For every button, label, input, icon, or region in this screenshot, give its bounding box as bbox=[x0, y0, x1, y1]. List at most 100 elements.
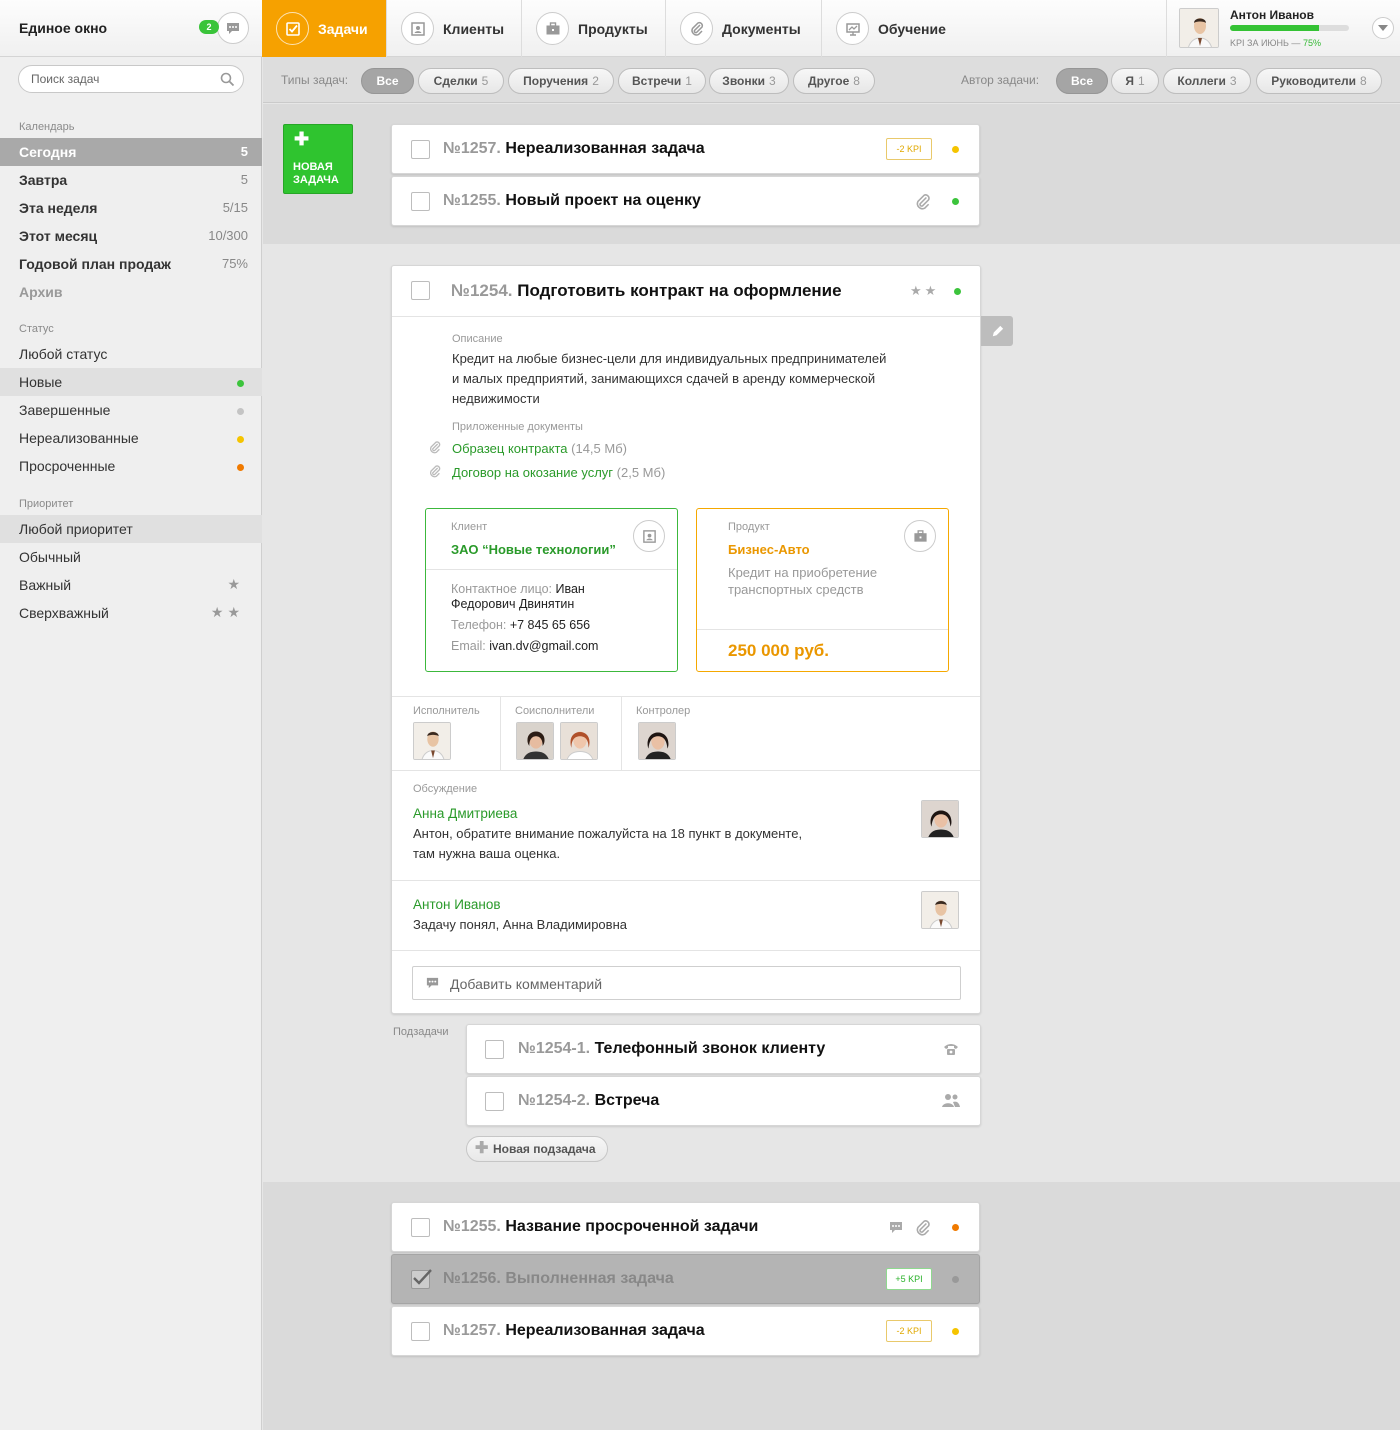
task-checkbox-checked[interactable] bbox=[411, 1269, 432, 1289]
chat-icon[interactable] bbox=[888, 1220, 904, 1235]
calendar-item-label: Архив bbox=[19, 284, 63, 300]
task-checkbox[interactable] bbox=[411, 140, 430, 159]
task-checkbox[interactable] bbox=[411, 192, 430, 211]
status-item-overdue[interactable]: Просроченные bbox=[0, 452, 262, 480]
edit-button[interactable] bbox=[981, 316, 1013, 346]
tab-tasks[interactable]: Задачи bbox=[262, 0, 386, 57]
comment-author[interactable]: Анна Дмитриева bbox=[413, 804, 517, 824]
chip-label: Я bbox=[1125, 74, 1134, 88]
task-checkbox[interactable] bbox=[411, 1218, 430, 1237]
product-name[interactable]: Бизнес-Авто bbox=[728, 542, 810, 557]
calendar-item-annual-plan[interactable]: Годовой план продаж 75% bbox=[0, 250, 262, 278]
briefcase-icon bbox=[536, 12, 569, 45]
type-filter-all[interactable]: Все bbox=[361, 68, 414, 94]
tab-documents-label: Документы bbox=[722, 20, 801, 37]
product-card[interactable]: Продукт Бизнес-Авто Кредит на приобретен… bbox=[696, 508, 949, 672]
status-item-new[interactable]: Новые bbox=[0, 368, 262, 396]
email-value[interactable]: ivan.dv@gmail.com bbox=[489, 639, 598, 653]
calendar-item-tomorrow[interactable]: Завтра 5 bbox=[0, 166, 262, 194]
divider bbox=[426, 569, 677, 570]
attachment-item[interactable]: Договор на окозание услуг (2,5 Мб) bbox=[452, 463, 665, 483]
author-filter-all[interactable]: Все bbox=[1056, 68, 1108, 94]
status-item-any[interactable]: Любой статус bbox=[0, 340, 262, 368]
status-item-unrealized[interactable]: Нереализованные bbox=[0, 424, 262, 452]
subtask-card[interactable]: №1254-2. Встреча bbox=[466, 1076, 981, 1126]
calendar-item-month[interactable]: Этот месяц 10/300 bbox=[0, 222, 262, 250]
type-filter-meetings[interactable]: Встречи 1 bbox=[618, 68, 706, 94]
task-checkbox[interactable] bbox=[411, 281, 430, 300]
paperclip-icon[interactable] bbox=[914, 1219, 932, 1237]
task-checkbox[interactable] bbox=[485, 1040, 504, 1059]
task-checkbox[interactable] bbox=[485, 1092, 504, 1111]
product-description: Кредит на приобретение транспортных средс… bbox=[728, 564, 877, 598]
attachment-link[interactable]: Договор на окозание услуг bbox=[452, 465, 613, 480]
priority-item-critical[interactable]: Сверхважный ★★ bbox=[0, 599, 262, 627]
calendar-heading: Календарь bbox=[19, 121, 75, 133]
coexecutor-avatar[interactable] bbox=[516, 722, 554, 760]
attachment-link[interactable]: Образец контракта bbox=[452, 441, 568, 456]
priority-item-any[interactable]: Любой приоритет bbox=[0, 515, 262, 543]
controller-avatar[interactable] bbox=[638, 722, 676, 760]
client-card[interactable]: Клиент ЗАО “Новые технологии” Контактное… bbox=[425, 508, 678, 672]
tab-clients-label: Клиенты bbox=[443, 20, 505, 37]
paperclip-icon bbox=[680, 12, 713, 45]
type-filter-assignments[interactable]: Поручения 2 bbox=[508, 68, 614, 94]
author-filter-me[interactable]: Я1 bbox=[1111, 68, 1159, 94]
client-card-icon[interactable] bbox=[633, 520, 665, 552]
tab-training[interactable]: Обучение bbox=[821, 0, 1166, 57]
task-card-completed[interactable]: №1256. Выполненная задача +5 KPI bbox=[391, 1254, 980, 1304]
briefcase-icon[interactable] bbox=[904, 520, 936, 552]
tab-products[interactable]: Продукты bbox=[521, 0, 666, 57]
task-card[interactable]: №1257. Нереализованная задача -2 KPI bbox=[391, 1306, 980, 1356]
contact-label: Контактное лицо: bbox=[451, 582, 553, 596]
attachments-label: Приложенные документы bbox=[452, 421, 583, 433]
kpi-label: KPI ЗА ИЮНЬ — 75% bbox=[1230, 38, 1321, 48]
priority-item-important[interactable]: Важный ★ bbox=[0, 571, 262, 599]
kpi-badge: -2 KPI bbox=[886, 1320, 932, 1342]
phone-value[interactable]: +7 845 65 656 bbox=[510, 618, 590, 632]
status-dot-yellow bbox=[952, 1328, 959, 1335]
new-task-button[interactable]: ✚ НОВАЯ ЗАДАЧА bbox=[283, 124, 353, 194]
type-filter-other[interactable]: Другое 8 bbox=[793, 68, 875, 94]
priority-item-normal[interactable]: Обычный bbox=[0, 543, 262, 571]
comment-avatar bbox=[921, 800, 959, 838]
author-filter-colleagues[interactable]: Коллеги 3 bbox=[1163, 68, 1251, 94]
subtask-card[interactable]: №1254-1. Телефонный звонок клиенту bbox=[466, 1024, 981, 1074]
calendar-item-label: Эта неделя bbox=[19, 200, 98, 216]
coexecutor-avatar[interactable] bbox=[560, 722, 598, 760]
comment-author[interactable]: Антон Иванов bbox=[413, 895, 501, 915]
user-panel[interactable]: Антон Иванов KPI ЗА ИЮНЬ — 75% bbox=[1166, 0, 1400, 57]
divider bbox=[392, 770, 980, 771]
task-title: №1256. Выполненная задача bbox=[443, 1270, 674, 1288]
task-card[interactable]: №1255. Название просроченной задачи bbox=[391, 1202, 980, 1252]
type-filter-calls[interactable]: Звонки 3 bbox=[709, 68, 789, 94]
tab-clients[interactable]: Клиенты bbox=[386, 0, 522, 57]
comment-input[interactable]: Добавить комментарий bbox=[412, 966, 961, 1000]
status-item-label: Новые bbox=[19, 374, 63, 390]
new-subtask-button[interactable]: ✚ Новая подзадача bbox=[466, 1136, 608, 1162]
paperclip-icon[interactable] bbox=[914, 193, 932, 211]
task-card[interactable]: №1255. Новый проект на оценку bbox=[391, 176, 980, 226]
task-card[interactable]: №1257. Нереализованная задача -2 KPI bbox=[391, 124, 980, 174]
chip-label: Все bbox=[1070, 74, 1093, 88]
author-filter-managers[interactable]: Руководители 8 bbox=[1256, 68, 1382, 94]
calendar-item-today[interactable]: Сегодня 5 bbox=[0, 138, 262, 166]
app-title[interactable]: Единое окно bbox=[19, 20, 107, 36]
star-icon: ★ bbox=[227, 576, 244, 592]
calendar-item-week[interactable]: Эта неделя 5/15 bbox=[0, 194, 262, 222]
tab-training-label: Обучение bbox=[878, 20, 946, 37]
tab-documents[interactable]: Документы bbox=[665, 0, 822, 57]
comment-text: там нужна ваша оценка. bbox=[413, 846, 561, 861]
search-icon[interactable] bbox=[220, 72, 235, 87]
type-filter-deals[interactable]: Сделки 5 bbox=[418, 68, 504, 94]
status-item-completed[interactable]: Завершенные bbox=[0, 396, 262, 424]
executor-avatar[interactable] bbox=[413, 722, 451, 760]
messages-count-badge: 2 bbox=[199, 20, 219, 34]
search-input[interactable] bbox=[18, 65, 244, 93]
attachment-item[interactable]: Образец контракта (14,5 Мб) bbox=[452, 439, 627, 459]
task-checkbox[interactable] bbox=[411, 1322, 430, 1341]
calendar-item-archive[interactable]: Архив bbox=[0, 278, 262, 306]
messages-button[interactable] bbox=[217, 12, 249, 44]
client-name[interactable]: ЗАО “Новые технологии” bbox=[451, 542, 616, 557]
user-menu-button[interactable] bbox=[1372, 17, 1394, 39]
